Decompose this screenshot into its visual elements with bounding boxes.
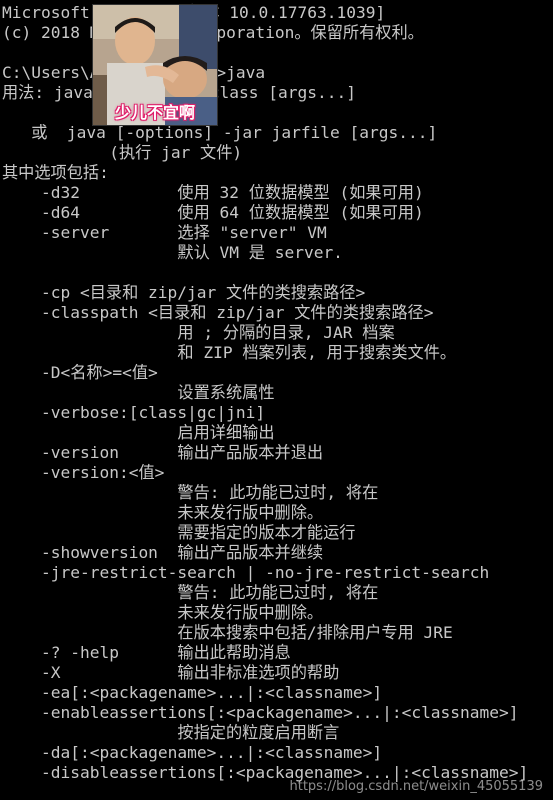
terminal-line: -showversion 输出产品版本并继续	[2, 543, 324, 562]
terminal-line: -ea[:<packagename>...|:<classname>]	[2, 683, 383, 702]
terminal-line: 默认 VM 是 server.	[2, 243, 343, 262]
terminal-line: -classpath <目录和 zip/jar 文件的类搜索路径>	[2, 303, 434, 322]
watermark-url: https://blog.csdn.net/weixin_45055139	[289, 779, 543, 794]
terminal-window[interactable]: Microsoft Windows [版本 10.0.17763.1039](c…	[0, 0, 553, 800]
terminal-line: -d64 使用 64 位数据模型 (如果可用)	[2, 203, 424, 222]
terminal-line: -X 输出非标准选项的帮助	[2, 663, 340, 682]
terminal-line: -version:<值>	[2, 463, 165, 482]
terminal-line: -verbose:[class|gc|jni]	[2, 403, 266, 422]
terminal-line: -? -help 输出此帮助消息	[2, 643, 291, 662]
terminal-line: -da[:<packagename>...|:<classname>]	[2, 743, 383, 762]
terminal-line: 启用详细输出	[2, 423, 275, 442]
terminal-line: -version 输出产品版本并退出	[2, 443, 324, 462]
terminal-line: 其中选项包括:	[2, 163, 109, 182]
meme-sticker: 少儿不宜啊	[92, 4, 218, 126]
terminal-line: (执行 jar 文件)	[2, 143, 243, 162]
terminal-line: 或 java [-options] -jar jarfile [args...]	[2, 123, 438, 142]
terminal-line: -enableassertions[:<packagename>...|:<cl…	[2, 703, 519, 722]
terminal-line: -d32 使用 32 位数据模型 (如果可用)	[2, 183, 424, 202]
sticker-caption: 少儿不宜啊	[114, 103, 195, 122]
terminal-line: 设置系统属性	[2, 383, 275, 402]
terminal-line: -jre-restrict-search | -no-jre-restrict-…	[2, 563, 490, 582]
terminal-line: 未来发行版中删除。	[2, 503, 324, 522]
terminal-line: -D<名称>=<值>	[2, 363, 158, 382]
terminal-line: 警告: 此功能已过时, 将在	[2, 483, 379, 502]
terminal-line: 用 ; 分隔的目录, JAR 档案	[2, 323, 395, 342]
terminal-line: 在版本搜索中包括/排除用户专用 JRE	[2, 623, 453, 642]
terminal-line: -cp <目录和 zip/jar 文件的类搜索路径>	[2, 283, 366, 302]
terminal-line: 按指定的粒度启用断言	[2, 723, 340, 742]
terminal-line: 需要指定的版本才能运行	[2, 523, 356, 542]
terminal-line: 和 ZIP 档案列表, 用于搜索类文件。	[2, 343, 457, 362]
terminal-line: 警告: 此功能已过时, 将在	[2, 583, 379, 602]
terminal-line: -server 选择 "server" VM	[2, 223, 327, 242]
terminal-line: 未来发行版中删除。	[2, 603, 324, 622]
